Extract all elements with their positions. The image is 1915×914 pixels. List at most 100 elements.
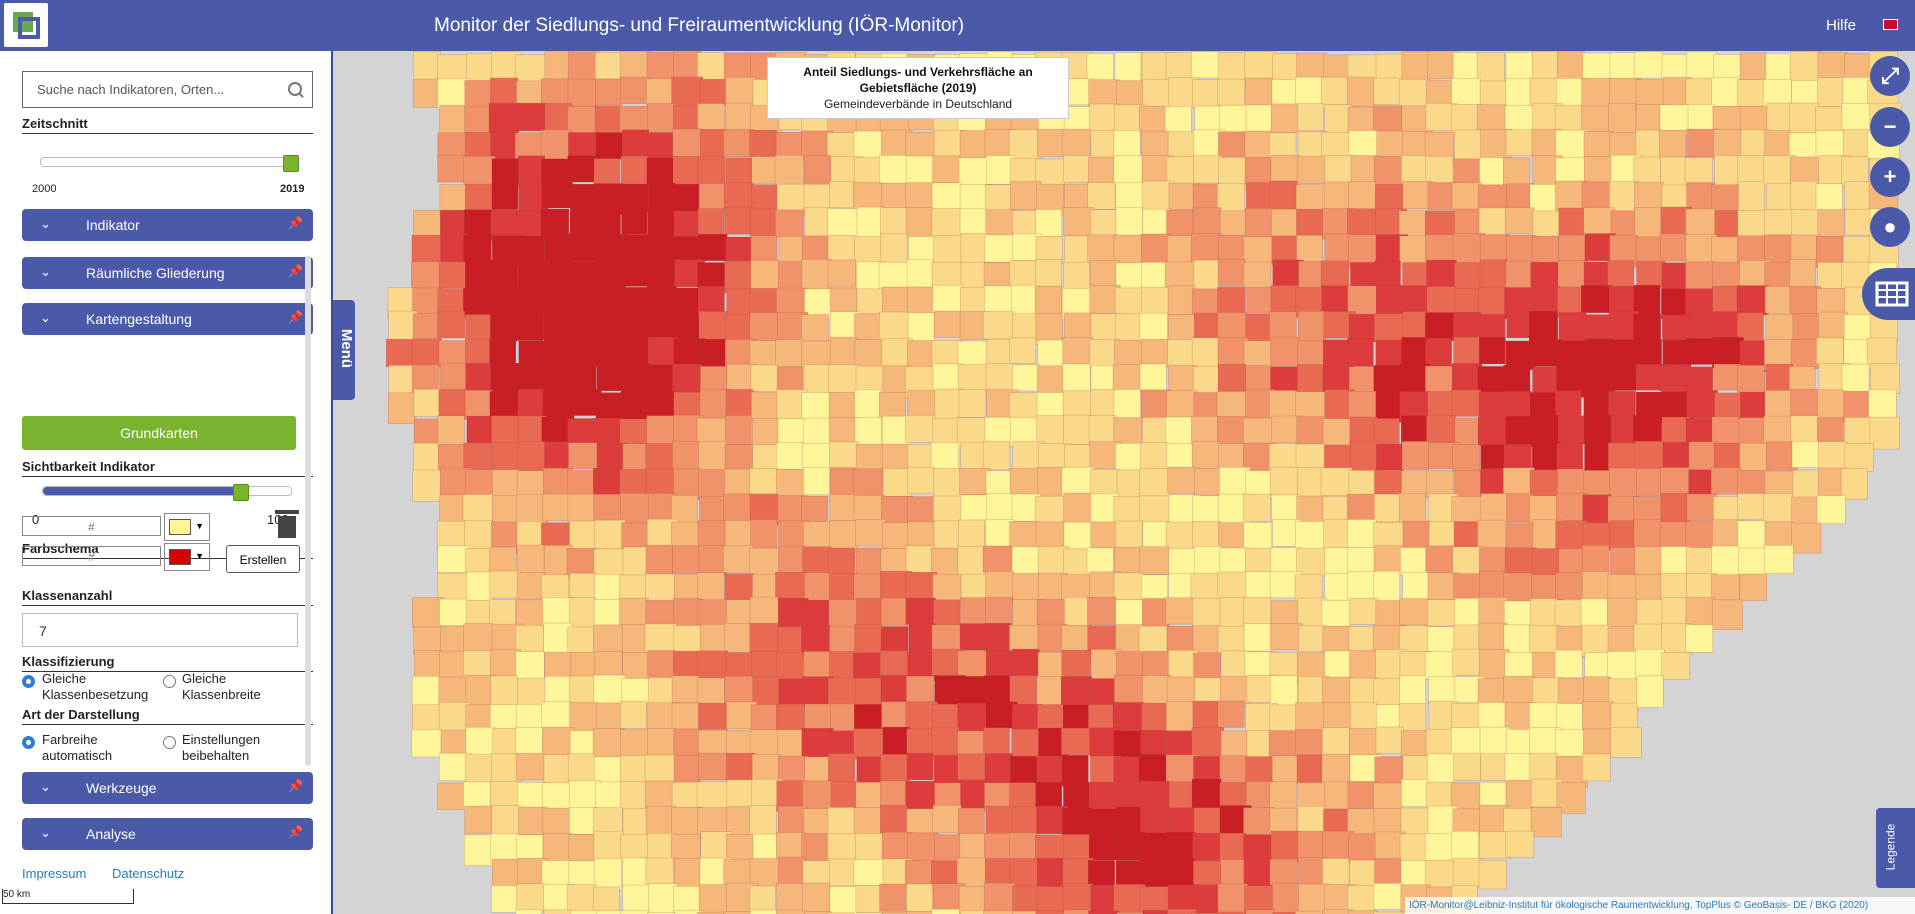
erstellen-button[interactable]: Erstellen <box>226 545 300 573</box>
region-cell[interactable] <box>1115 182 1148 210</box>
region-cell[interactable] <box>1219 755 1247 783</box>
region-cell[interactable] <box>906 259 934 288</box>
region-cell[interactable] <box>1841 363 1870 394</box>
region-cell[interactable] <box>490 833 520 864</box>
region-cell[interactable] <box>1583 676 1611 705</box>
region-cell[interactable] <box>1503 364 1531 393</box>
region-cell[interactable] <box>1243 522 1273 550</box>
region-cell[interactable] <box>567 493 596 523</box>
region-cell[interactable] <box>594 519 626 550</box>
region-cell[interactable] <box>1140 339 1171 367</box>
region-cell[interactable] <box>1607 651 1638 682</box>
region-cell[interactable] <box>984 234 1016 263</box>
region-cell[interactable] <box>1115 207 1143 238</box>
region-cell[interactable] <box>1295 184 1324 212</box>
region-cell[interactable] <box>569 597 596 629</box>
region-cell[interactable] <box>1532 51 1561 81</box>
region-cell[interactable] <box>1451 830 1479 861</box>
region-cell[interactable] <box>465 390 494 420</box>
region-cell[interactable] <box>1035 259 1062 289</box>
region-cell[interactable] <box>515 753 545 781</box>
region-cell[interactable] <box>567 470 594 498</box>
region-cell[interactable] <box>1816 495 1846 525</box>
accordion-analyse[interactable]: ⌄ Analyse 📌 <box>22 818 313 850</box>
region-cell[interactable] <box>985 519 1014 551</box>
region-cell[interactable] <box>543 286 572 318</box>
region-cell[interactable] <box>1479 726 1511 757</box>
legende-tab[interactable]: Legende <box>1876 808 1915 888</box>
region-cell[interactable] <box>777 495 806 524</box>
region-cell[interactable] <box>879 883 907 912</box>
region-cell[interactable] <box>1243 236 1273 267</box>
region-cell[interactable] <box>543 754 573 785</box>
region-cell[interactable] <box>647 650 676 679</box>
region-cell[interactable] <box>1373 156 1404 187</box>
region-cell[interactable] <box>1401 51 1431 81</box>
region-cell[interactable] <box>827 677 856 705</box>
region-cell[interactable] <box>413 626 443 655</box>
region-cell[interactable] <box>775 442 804 470</box>
region-cell[interactable] <box>412 469 444 502</box>
region-cell[interactable] <box>1660 233 1688 262</box>
region-cell[interactable] <box>748 547 781 575</box>
region-cell[interactable] <box>1711 184 1743 215</box>
region-cell[interactable] <box>933 310 961 338</box>
datenschutz-link[interactable]: Datenschutz <box>112 866 184 881</box>
region-cell[interactable] <box>1660 467 1692 497</box>
region-cell[interactable] <box>1634 546 1662 578</box>
region-cell[interactable] <box>593 548 627 578</box>
region-cell[interactable] <box>984 623 1012 652</box>
region-cell[interactable] <box>725 389 754 418</box>
region-cell[interactable] <box>1373 105 1404 133</box>
region-cell[interactable] <box>725 77 756 106</box>
region-cell[interactable] <box>1141 702 1170 733</box>
region-cell[interactable] <box>1348 181 1376 210</box>
region-cell[interactable] <box>1660 546 1691 574</box>
region-cell[interactable] <box>1478 207 1506 235</box>
region-cell[interactable] <box>1504 105 1535 133</box>
region-cell[interactable] <box>1243 857 1273 890</box>
region-cell[interactable] <box>646 157 675 187</box>
region-cell[interactable] <box>1347 570 1377 601</box>
region-cell[interactable] <box>1685 208 1716 238</box>
region-cell[interactable] <box>1581 285 1613 313</box>
region-cell[interactable] <box>1087 234 1119 262</box>
region-cell[interactable] <box>515 651 545 683</box>
region-cell[interactable] <box>544 235 573 263</box>
region-cell[interactable] <box>853 728 884 760</box>
region-cell[interactable] <box>1218 258 1246 286</box>
region-cell[interactable] <box>489 570 521 599</box>
region-cell[interactable] <box>464 183 496 214</box>
region-cell[interactable] <box>1140 574 1168 602</box>
region-cell[interactable] <box>463 623 494 654</box>
region-cell[interactable] <box>592 418 624 447</box>
region-cell[interactable] <box>697 752 729 781</box>
region-cell[interactable] <box>1063 782 1093 810</box>
region-cell[interactable] <box>413 442 442 475</box>
location-pin-icon[interactable]: ● <box>1870 207 1910 247</box>
region-cell[interactable] <box>542 726 575 757</box>
region-cell[interactable] <box>1115 520 1143 548</box>
region-cell[interactable] <box>1762 155 1796 185</box>
region-cell[interactable] <box>1476 52 1505 83</box>
region-cell[interactable] <box>1765 314 1796 342</box>
region-cell[interactable] <box>699 388 730 420</box>
region-cell[interactable] <box>1583 156 1614 186</box>
region-cell[interactable] <box>1504 207 1535 235</box>
region-cell[interactable] <box>1270 336 1300 367</box>
region-cell[interactable] <box>1191 778 1222 810</box>
region-cell[interactable] <box>648 883 678 914</box>
region-cell[interactable] <box>1401 779 1429 807</box>
region-cell[interactable] <box>1844 208 1873 236</box>
region-cell[interactable] <box>1714 392 1742 420</box>
region-cell[interactable] <box>931 726 960 758</box>
klassenanzahl-select[interactable]: 7 <box>22 613 298 647</box>
region-cell[interactable] <box>854 313 883 343</box>
pin-icon[interactable]: 📌 <box>288 310 303 324</box>
region-cell[interactable] <box>932 284 964 313</box>
region-cell[interactable] <box>1295 521 1327 551</box>
region-cell[interactable] <box>1710 467 1741 495</box>
region-cell[interactable] <box>1139 468 1172 499</box>
region-cell[interactable] <box>1532 210 1560 238</box>
region-cell[interactable] <box>1479 234 1510 263</box>
